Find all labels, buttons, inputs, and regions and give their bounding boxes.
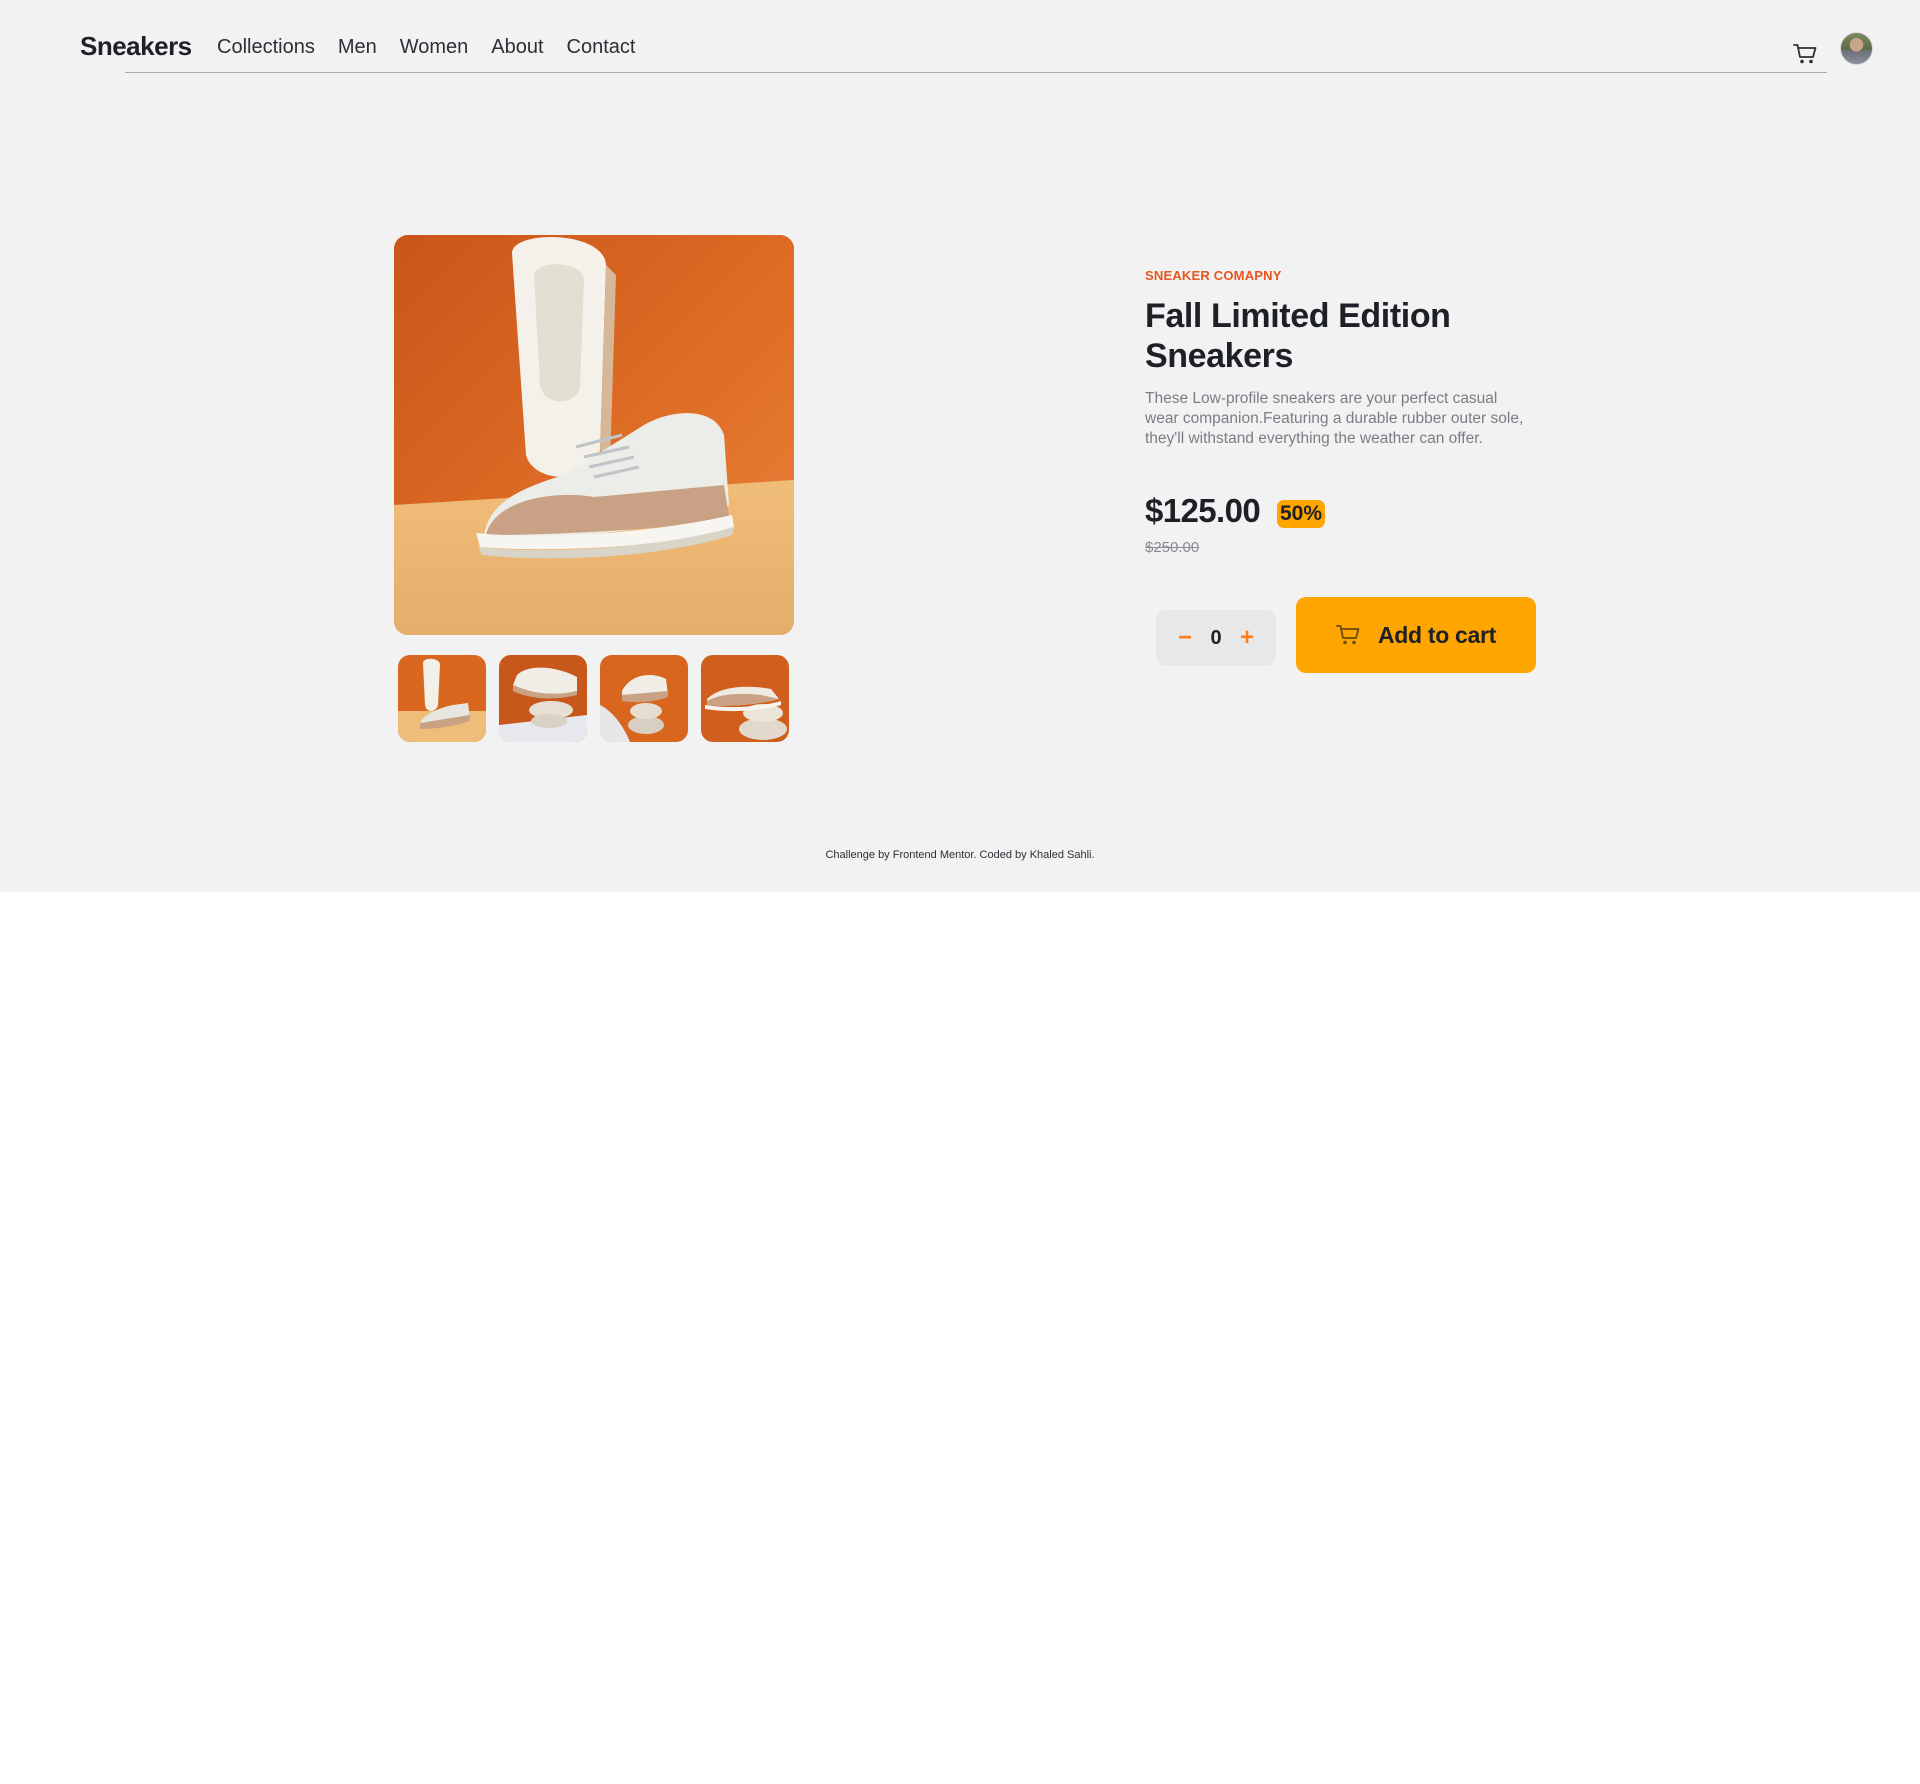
thumbnail-3[interactable]	[600, 655, 688, 742]
main-nav: Collections Men Women About Contact	[217, 36, 658, 59]
company-name: SNEAKER COMAPNY	[1145, 268, 1282, 283]
product-description: These Low-profile sneakers are your perf…	[1145, 390, 1524, 447]
original-price: $250.00	[1145, 539, 1200, 556]
site-logo[interactable]: Sneakers	[80, 31, 192, 62]
nav-item-men[interactable]: Men	[338, 36, 377, 59]
attribution-footer: Challenge by Frontend Mentor. Coded by K…	[825, 849, 1095, 861]
quantity-value: 0	[1210, 626, 1222, 649]
nav-item-contact[interactable]: Contact	[567, 36, 636, 59]
thumbnail-1[interactable]	[398, 655, 486, 742]
thumbnail-4[interactable]	[701, 655, 789, 742]
site-header: Sneakers Collections Men Women About Con…	[0, 0, 1920, 75]
current-price: $125.00	[1145, 492, 1261, 529]
thumbnail-strip	[398, 655, 789, 742]
nav-item-about[interactable]: About	[491, 36, 543, 59]
nav-item-collections[interactable]: Collections	[217, 36, 315, 59]
quantity-stepper: − 0 +	[1156, 610, 1276, 666]
nav-item-women[interactable]: Women	[400, 36, 469, 59]
thumbnail-2[interactable]	[499, 655, 587, 742]
increment-button[interactable]: +	[1240, 626, 1254, 650]
page-background	[0, 0, 1920, 892]
discount-badge: 50%	[1277, 500, 1326, 528]
decrement-button[interactable]: −	[1178, 626, 1192, 650]
add-to-cart-label: Add to cart	[1377, 621, 1497, 648]
header-divider	[125, 72, 1827, 73]
avatar[interactable]	[1840, 32, 1873, 65]
product-title: Fall Limited Edition Sneakers	[1145, 297, 1451, 375]
product-main-image[interactable]	[394, 235, 794, 635]
cart-icon	[1336, 624, 1360, 646]
cart-icon[interactable]	[1793, 43, 1817, 65]
add-to-cart-button[interactable]: Add to cart	[1296, 597, 1536, 673]
